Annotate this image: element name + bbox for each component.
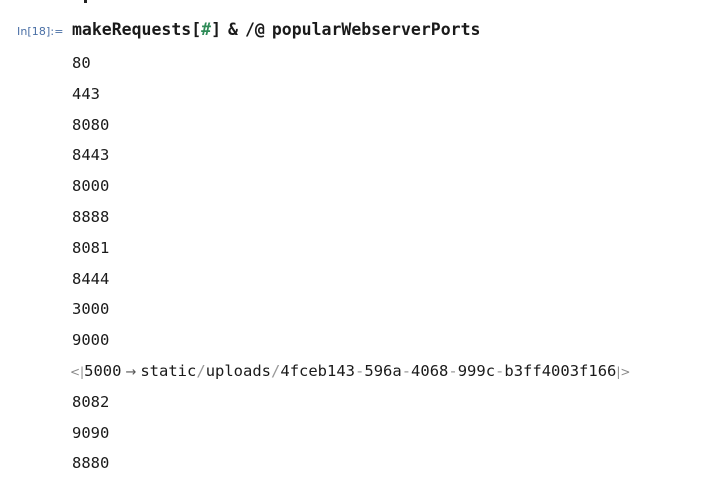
previous-cell-edge xyxy=(84,0,87,3)
path-segment: 596a xyxy=(364,361,402,380)
path-segment: 4fceb143 xyxy=(280,361,356,380)
path-dash: - xyxy=(495,361,505,380)
slot-symbol: # xyxy=(201,20,212,39)
pure-function-amp: & xyxy=(228,20,238,39)
open-bracket: [ xyxy=(191,20,202,39)
path-separator: / xyxy=(196,361,206,380)
function-name: makeRequests xyxy=(72,20,192,39)
output-item: 8000 xyxy=(72,177,110,196)
output-list: 80 443 8080 8443 8000 8888 8081 8444 300… xyxy=(70,52,630,483)
output-item: 443 xyxy=(72,84,100,103)
output-item: 8080 xyxy=(72,115,110,134)
path-segment: static xyxy=(140,361,197,380)
path-segment: uploads xyxy=(205,361,272,380)
argument-symbol: popularWebserverPorts xyxy=(271,20,481,39)
rule-arrow-icon: → xyxy=(125,364,137,380)
association-key: 5000 xyxy=(84,361,122,380)
output-item: 3000 xyxy=(72,300,110,319)
output-item: 80 xyxy=(72,54,91,72)
path-segment: 4068 xyxy=(411,361,449,380)
output-item: 8082 xyxy=(72,392,110,411)
output-item: 8444 xyxy=(72,269,110,288)
input-cell-label: In[18]:= xyxy=(17,25,64,38)
path-segment: b3ff4003f166 xyxy=(504,361,617,380)
close-bracket: ] xyxy=(211,20,222,39)
path-segment: 999c xyxy=(457,361,496,380)
association-close: |> xyxy=(616,364,631,379)
output-item: 8880 xyxy=(72,454,110,473)
output-item: 9000 xyxy=(72,331,110,350)
input-expression[interactable]: makeRequests[#] &/@ popularWebserverPorts xyxy=(72,19,480,41)
path-separator: / xyxy=(271,361,281,380)
map-operator: /@ xyxy=(244,20,265,39)
path-dash: - xyxy=(355,361,365,380)
association-output: <|5000 → static/uploads/4fceb143-596a-4068… xyxy=(70,360,630,391)
path-dash: - xyxy=(448,361,458,380)
output-item: 8443 xyxy=(72,146,110,165)
output-item: 8081 xyxy=(72,238,110,257)
output-item: 8888 xyxy=(72,207,110,226)
path-dash: - xyxy=(401,361,412,380)
association-open: <| xyxy=(70,364,85,379)
output-item: 9090 xyxy=(72,423,110,442)
